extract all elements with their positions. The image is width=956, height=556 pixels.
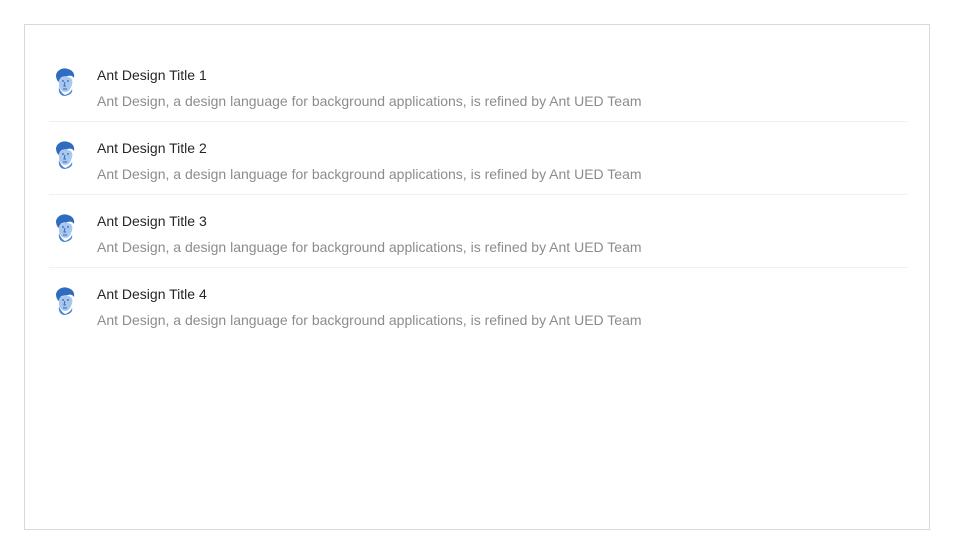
user-portrait-icon: [49, 284, 81, 316]
item-meta: Ant Design Title 1 Ant Design, a design …: [97, 64, 642, 112]
item-title-link[interactable]: Ant Design Title 1: [97, 64, 642, 86]
item-title-link[interactable]: Ant Design Title 4: [97, 283, 642, 305]
item-meta: Ant Design Title 4 Ant Design, a design …: [97, 283, 642, 331]
list-item: Ant Design Title 4 Ant Design, a design …: [49, 268, 907, 341]
item-description: Ant Design, a design language for backgr…: [97, 239, 642, 255]
user-portrait-icon: [49, 138, 81, 170]
avatar: [49, 65, 81, 97]
avatar: [49, 211, 81, 243]
item-description: Ant Design, a design language for backgr…: [97, 93, 642, 109]
avatar: [49, 284, 81, 316]
item-title-link[interactable]: Ant Design Title 2: [97, 137, 642, 159]
list-item: Ant Design Title 2 Ant Design, a design …: [49, 122, 907, 195]
item-meta: Ant Design Title 3 Ant Design, a design …: [97, 210, 642, 258]
list-item: Ant Design Title 1 Ant Design, a design …: [49, 49, 907, 122]
item-list: Ant Design Title 1 Ant Design, a design …: [49, 49, 907, 341]
list-item: Ant Design Title 3 Ant Design, a design …: [49, 195, 907, 268]
item-title-link[interactable]: Ant Design Title 3: [97, 210, 642, 232]
item-description: Ant Design, a design language for backgr…: [97, 166, 642, 182]
user-portrait-icon: [49, 211, 81, 243]
item-description: Ant Design, a design language for backgr…: [97, 312, 642, 328]
item-meta: Ant Design Title 2 Ant Design, a design …: [97, 137, 642, 185]
avatar: [49, 138, 81, 170]
user-portrait-icon: [49, 65, 81, 97]
list-container: Ant Design Title 1 Ant Design, a design …: [24, 24, 930, 530]
